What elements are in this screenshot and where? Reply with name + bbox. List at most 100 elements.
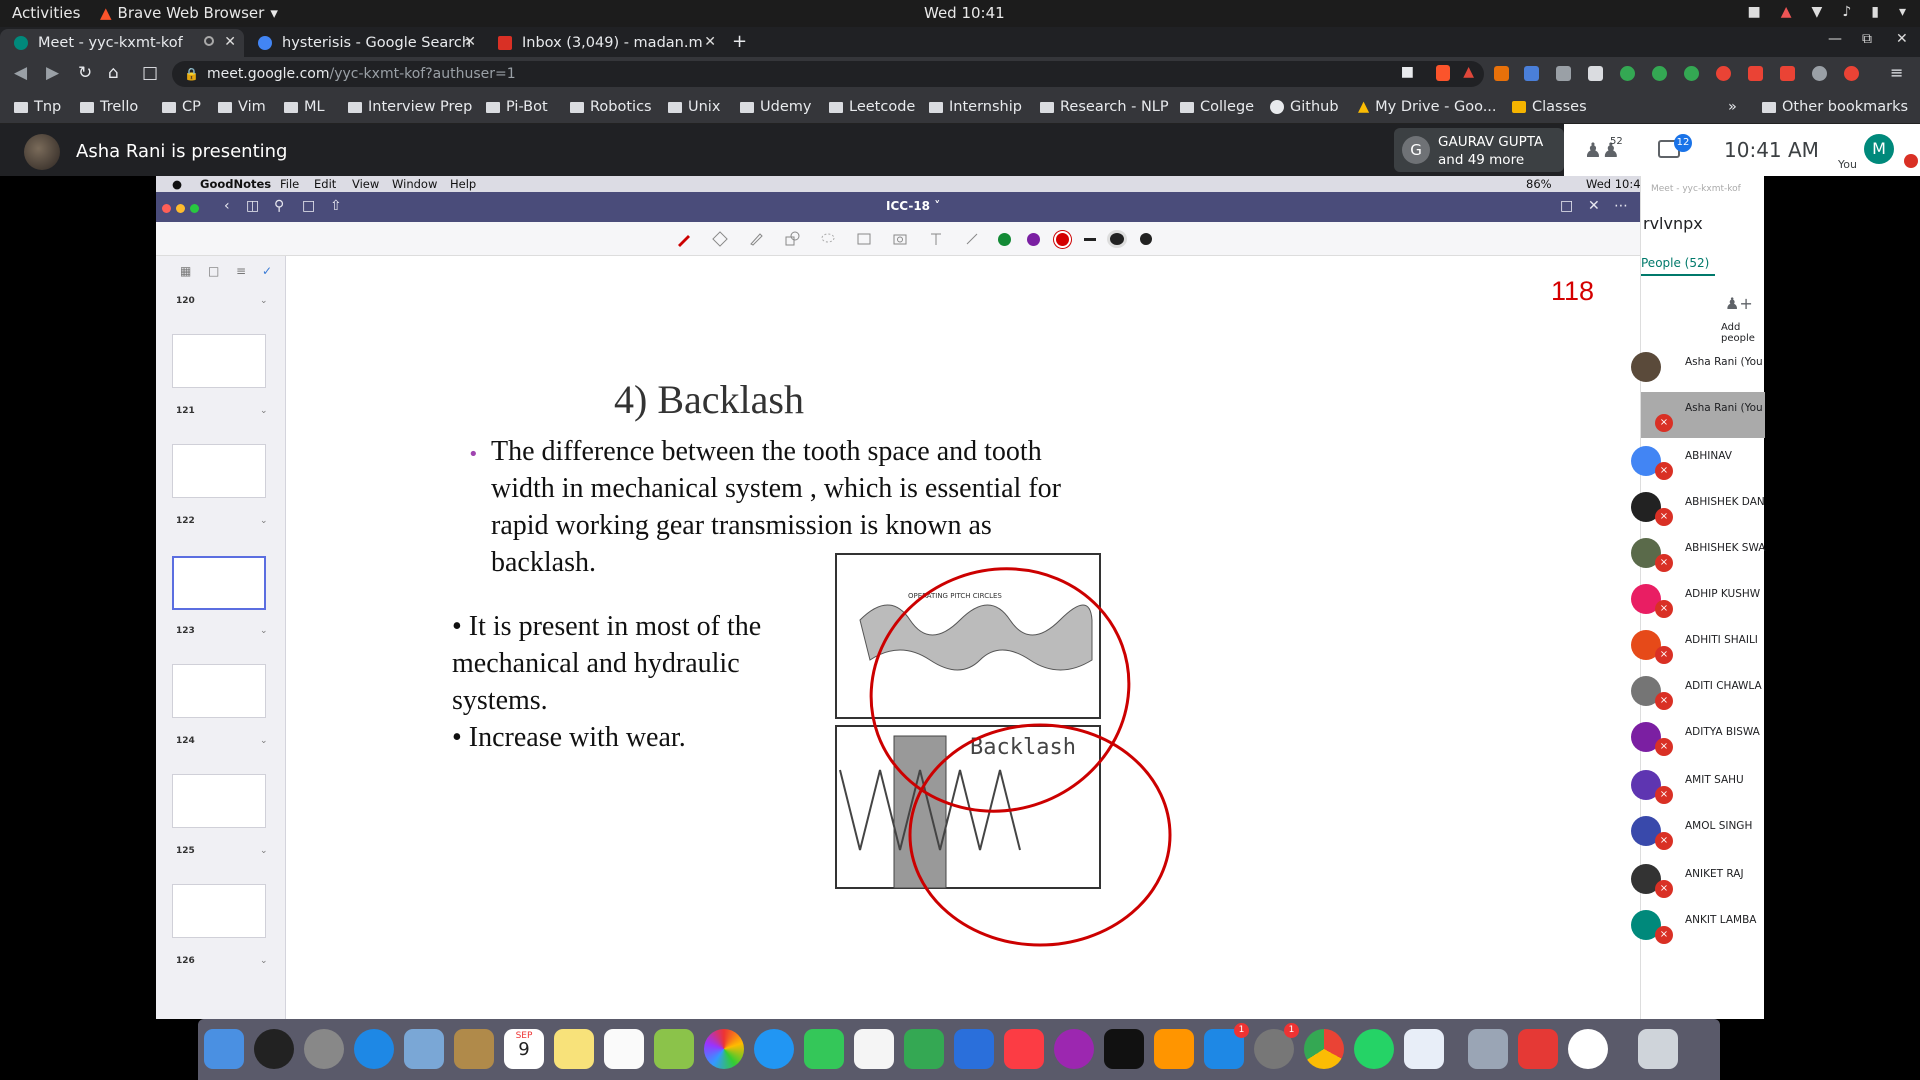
bookmark-folder[interactable]: Robotics [570, 99, 652, 115]
bookmark-icon[interactable]: □ [302, 198, 315, 214]
bookmark-folder[interactable]: Internship [929, 99, 1022, 115]
launchpad-icon[interactable] [304, 1029, 344, 1069]
bookmark-folder[interactable]: CP [162, 99, 201, 115]
page-thumbnail[interactable] [172, 444, 266, 498]
participant-row[interactable]: × ADHITI SHAILI [1631, 624, 1765, 670]
bookmark-folder[interactable]: Trello [80, 99, 138, 115]
pages-icon[interactable] [854, 1029, 894, 1069]
safari-icon[interactable] [354, 1029, 394, 1069]
page-thumbnail-selected[interactable] [172, 556, 266, 610]
calendar-icon[interactable]: SEP 9 [504, 1029, 544, 1069]
add-person-icon[interactable]: ♟+ [1725, 294, 1753, 313]
chevron-down-icon[interactable]: ⌄ [260, 296, 268, 306]
search-icon[interactable]: ⚲ [274, 198, 284, 214]
close-tab-icon[interactable]: ✕ [704, 34, 716, 50]
stroke-thin-option[interactable] [1084, 238, 1096, 241]
home-icon[interactable]: ⌂ [108, 63, 119, 83]
page-thumbnail[interactable] [172, 334, 266, 388]
tab-gmail[interactable]: Inbox (3,049) - madan.man ✕ [484, 29, 724, 57]
chevron-down-icon[interactable]: ⌄ [260, 406, 268, 416]
bookmark-folder[interactable]: College [1180, 99, 1254, 115]
notification-icon[interactable]: ▲ [1781, 4, 1792, 20]
minimize-dot-icon[interactable] [176, 204, 185, 213]
participant-row[interactable]: × AMOL SINGH [1631, 810, 1765, 856]
participant-row[interactable]: × ADITI CHAWLA [1631, 670, 1765, 716]
keynote-icon[interactable] [954, 1029, 994, 1069]
participant-row[interactable]: × ABHINAV [1631, 440, 1765, 486]
participant-row[interactable]: × Asha Rani (You [1641, 392, 1765, 438]
bookmark-classes[interactable]: Classes [1512, 99, 1587, 115]
battery-icon[interactable]: ▮ [1871, 4, 1879, 20]
select-pages-icon[interactable]: ✓ [262, 264, 272, 278]
document-title[interactable]: ICC-18 ˅ [886, 199, 940, 213]
messages-icon[interactable] [754, 1029, 794, 1069]
bookmark-folder[interactable]: Research - NLP [1040, 99, 1169, 115]
photos-icon[interactable] [704, 1029, 744, 1069]
preview-icon[interactable] [1468, 1029, 1508, 1069]
menu-icon[interactable]: ≡ [1890, 63, 1903, 82]
extension-icon[interactable] [1588, 66, 1603, 81]
maps-icon[interactable] [654, 1029, 694, 1069]
chevron-down-icon[interactable]: ⌄ [260, 956, 268, 966]
reminders-icon[interactable] [604, 1029, 644, 1069]
bookmark-my-drive[interactable]: ▲ My Drive - Goo... [1358, 99, 1497, 115]
stroke-medium-option[interactable] [1110, 233, 1124, 245]
outline-view-icon[interactable]: ≡ [236, 264, 246, 278]
podcasts-icon[interactable] [1054, 1029, 1094, 1069]
extension-icon[interactable] [1556, 66, 1571, 81]
acrobat-icon[interactable] [1518, 1029, 1558, 1069]
system-tray[interactable]: ■ ▲ ▼ ♪ ▮ ▾ [1748, 4, 1906, 20]
participant-row[interactable]: × ABHISHEK DAN [1631, 486, 1765, 532]
participant-row[interactable]: × ABHISHEK SWA [1631, 532, 1765, 578]
active-speaker-box[interactable]: G GAURAV GUPTA and 49 more [1394, 128, 1564, 172]
address-bar[interactable]: 🔒 meet.google.com /yyc-kxmt-kof?authuser… [172, 61, 1484, 87]
power-menu-icon[interactable]: ▾ [1899, 4, 1906, 20]
new-tab-icon[interactable]: + [732, 31, 747, 52]
bookmarks-view-icon[interactable]: □ [208, 264, 219, 278]
participant-row[interactable]: × ADITYA BISWA [1631, 716, 1765, 762]
extension-icon[interactable] [1780, 66, 1795, 81]
activities-button[interactable]: Activities [12, 4, 80, 22]
eraser-tool-icon[interactable] [712, 231, 728, 247]
mac-menu-window[interactable]: Window [392, 177, 437, 191]
mac-menu-help[interactable]: Help [450, 177, 476, 191]
bookmark-icon[interactable]: □ [142, 63, 158, 83]
shapes-tool-icon[interactable] [784, 231, 800, 247]
participant-row[interactable]: × ANKIT LAMBA [1631, 904, 1765, 950]
camera-icon[interactable]: ■ [1748, 4, 1761, 20]
chevron-down-icon[interactable]: ⌄ [260, 516, 268, 526]
extension-icon[interactable] [1494, 66, 1509, 81]
extension-icon[interactable] [1524, 66, 1539, 81]
share-icon[interactable]: ⇧ [330, 198, 342, 214]
books-icon[interactable] [1154, 1029, 1194, 1069]
webex-icon[interactable] [1568, 1029, 1608, 1069]
mac-menu-file[interactable]: File [280, 177, 299, 191]
extension-icon[interactable] [1844, 66, 1859, 81]
bookmark-folder[interactable]: Tnp [14, 99, 61, 115]
chevron-down-icon[interactable]: ⌄ [260, 736, 268, 746]
goodnotes-icon[interactable] [1404, 1029, 1444, 1069]
extension-icon[interactable] [1652, 66, 1667, 81]
extension-icon[interactable] [1684, 66, 1699, 81]
mac-menu-view[interactable]: View [352, 177, 379, 191]
bookmark-github[interactable]: Github [1270, 99, 1339, 115]
highlighter-tool-icon[interactable] [748, 231, 764, 247]
participant-row[interactable]: Asha Rani (You [1631, 346, 1765, 392]
system-clock[interactable]: Wed 10:41 [924, 4, 1005, 22]
camera-tool-icon[interactable] [892, 231, 908, 247]
self-avatar[interactable]: M [1864, 134, 1894, 164]
trash-icon[interactable] [1638, 1029, 1678, 1069]
back-icon[interactable]: ‹ [224, 198, 230, 214]
extension-icon[interactable] [1716, 66, 1731, 81]
bookmark-folder[interactable]: ML [284, 99, 325, 115]
close-tab-icon[interactable]: ✕ [464, 34, 476, 50]
minimize-icon[interactable]: — [1828, 31, 1842, 47]
text-tool-icon[interactable] [928, 231, 944, 247]
extension-icon[interactable] [1620, 66, 1635, 81]
more-options-icon[interactable]: ⋯ [1614, 198, 1628, 214]
page-thumbnail[interactable] [172, 664, 266, 718]
page-thumbnail[interactable] [172, 884, 266, 938]
participant-row[interactable]: × AMIT SAHU [1631, 764, 1765, 810]
extension-icon[interactable] [1748, 66, 1763, 81]
notes-icon[interactable] [554, 1029, 594, 1069]
